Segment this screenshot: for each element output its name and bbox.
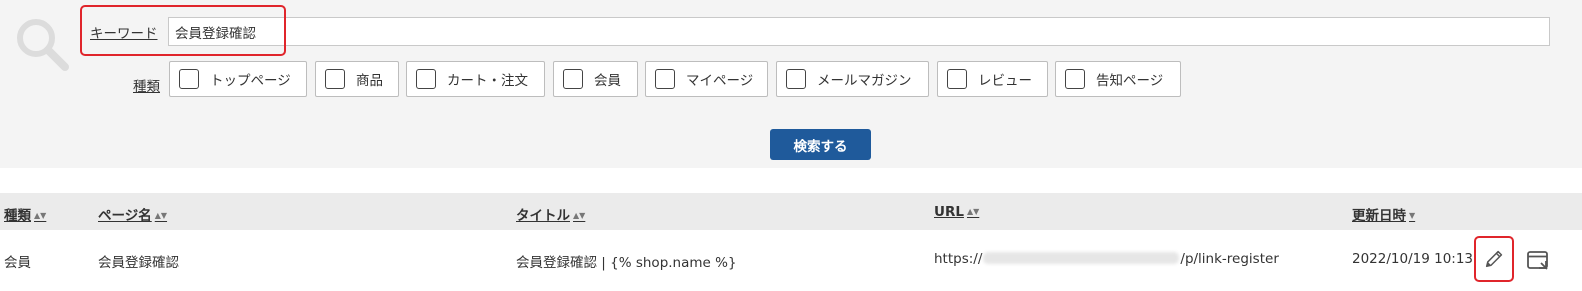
checkbox-box[interactable] xyxy=(1065,69,1085,89)
checkbox-box[interactable] xyxy=(179,69,199,89)
checkbox-label: 告知ページ xyxy=(1096,73,1164,89)
cell-title: 会員登録確認 | {% shop.name %} xyxy=(516,255,737,271)
column-header-page-name[interactable]: ページ名 ▲▼ xyxy=(98,204,167,224)
column-header-updated[interactable]: 更新日時 ▼ xyxy=(1352,204,1415,224)
sort-icon: ▲▼ xyxy=(966,207,980,216)
preview-icon xyxy=(1527,251,1548,270)
type-checkbox-notice-page[interactable]: 告知ページ xyxy=(1055,61,1181,97)
checkbox-box[interactable] xyxy=(563,69,583,89)
column-header-url[interactable]: URL ▲▼ xyxy=(934,204,979,220)
keyword-input[interactable] xyxy=(168,17,1550,46)
sort-icon: ▲▼ xyxy=(573,211,586,220)
type-checkbox-product[interactable]: 商品 xyxy=(315,61,399,97)
search-panel: キーワード 種類 トップページ 商品 カート・注文 会員 マイページ メールマガ… xyxy=(0,0,1582,168)
checkbox-label: トップページ xyxy=(210,73,291,89)
type-checkbox-cart-order[interactable]: カート・注文 xyxy=(406,61,545,97)
sort-icon: ▲▼ xyxy=(154,211,168,220)
sort-desc-icon: ▼ xyxy=(1409,211,1416,220)
type-checkbox-member[interactable]: 会員 xyxy=(553,61,638,97)
cell-url: https:///p/link-register xyxy=(934,251,1279,267)
type-checkbox-mail-magazine[interactable]: メールマガジン xyxy=(776,61,929,97)
edit-icon xyxy=(1485,250,1503,268)
column-header-title[interactable]: タイトル ▲▼ xyxy=(516,204,585,224)
checkbox-box[interactable] xyxy=(786,69,806,89)
column-header-type[interactable]: 種類 ▲▼ xyxy=(4,204,46,224)
cell-page-name: 会員登録確認 xyxy=(98,255,179,271)
checkbox-label: 商品 xyxy=(356,73,383,89)
type-label: 種類 xyxy=(133,79,160,95)
redacted-domain xyxy=(983,252,1180,264)
edit-button[interactable] xyxy=(1478,240,1510,278)
type-checkbox-mypage[interactable]: マイページ xyxy=(645,61,768,97)
checkbox-label: マイページ xyxy=(686,73,754,89)
table-header: 種類 ▲▼ ページ名 ▲▼ タイトル ▲▼ URL ▲▼ 更新日時 ▼ xyxy=(0,193,1582,230)
cell-updated: 2022/10/19 10:13 xyxy=(1352,251,1474,267)
preview-button[interactable] xyxy=(1522,244,1554,276)
type-checkbox-review[interactable]: レビュー xyxy=(937,61,1048,97)
search-button[interactable]: 検索する xyxy=(770,129,871,160)
sort-icon: ▲▼ xyxy=(34,211,47,220)
checkbox-label: 会員 xyxy=(594,73,621,89)
checkbox-label: レビュー xyxy=(978,73,1032,89)
keyword-label[interactable]: キーワード xyxy=(90,22,158,42)
checkbox-box[interactable] xyxy=(416,69,436,89)
type-checkbox-top-page[interactable]: トップページ xyxy=(169,61,307,97)
checkbox-label: メールマガジン xyxy=(817,73,912,89)
checkbox-box[interactable] xyxy=(655,69,675,89)
checkbox-box[interactable] xyxy=(325,69,345,89)
checkbox-label: カート・注文 xyxy=(447,73,528,89)
checkbox-box[interactable] xyxy=(947,69,967,89)
search-icon xyxy=(17,19,69,71)
cell-type: 会員 xyxy=(4,255,31,271)
